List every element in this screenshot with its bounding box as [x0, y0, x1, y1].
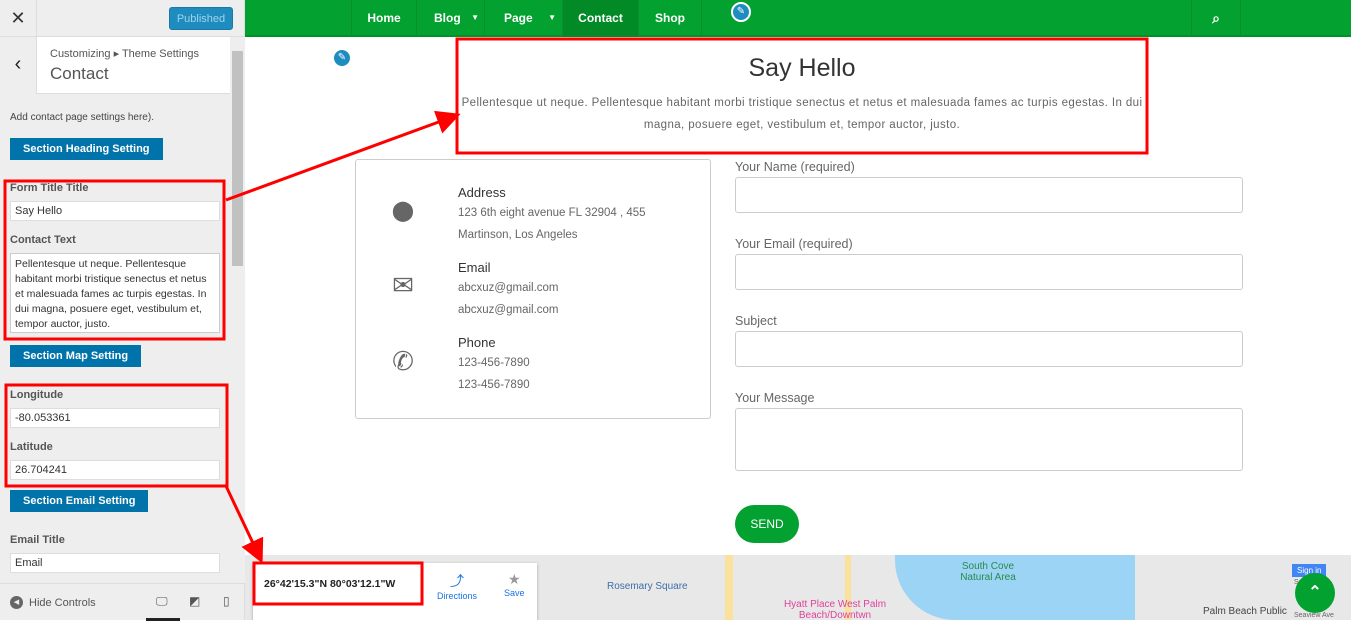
desktop-preview-icon[interactable]: 🖵 — [156, 594, 168, 609]
email-input[interactable] — [735, 254, 1243, 290]
scrollbar-thumb[interactable] — [232, 51, 243, 266]
star-icon: ★ — [507, 571, 521, 587]
envelope-open-icon: ✉ — [392, 270, 414, 300]
section-heading-button[interactable]: Section Heading Setting — [10, 138, 163, 160]
search-icon[interactable]: ⌕ — [1191, 0, 1241, 37]
location-pin-icon: ⬤ — [391, 200, 415, 222]
email-label: Your Email (required) — [735, 237, 853, 251]
email-line[interactable]: abcxuz@gmail.com — [458, 299, 559, 321]
section-header: ‹ Customizing ▸ Theme Settings Contact — [0, 37, 230, 94]
sidebar-scrollbar[interactable] — [231, 37, 245, 583]
sidebar-footer: ◀ Hide Controls 🖵 ◩ ▯ — [0, 583, 245, 621]
form-title-label: Form Title Title — [10, 182, 89, 194]
map-info-card: 26°42'15.3"N 80°03'12.1"W ⤴ Directions ★ S… — [253, 563, 537, 620]
email-title-label: Email Title — [10, 534, 65, 546]
page-heading: Say Hello — [748, 54, 856, 82]
message-textarea[interactable] — [735, 408, 1243, 471]
coordinates: 26°42'15.3"N 80°03'12.1"W — [264, 578, 396, 590]
address-title: Address — [458, 185, 506, 200]
edit-pencil-icon[interactable]: ✎ — [731, 2, 751, 22]
directions-label: Directions — [437, 591, 478, 601]
form-title-input[interactable]: Say Hello — [10, 201, 220, 221]
directions-button[interactable]: ⤴ Directions — [437, 571, 477, 601]
hide-icon: ◀ — [10, 596, 23, 609]
nav-page[interactable]: Page ▼ — [484, 0, 562, 37]
map-label: Seaview Ave — [1294, 612, 1334, 619]
message-label: Your Message — [735, 391, 815, 405]
nav-blog-label: Blog — [434, 11, 461, 25]
longitude-label: Longitude — [10, 389, 64, 401]
map[interactable]: Rosemary Square Hyatt Place West Palm Be… — [245, 555, 1351, 620]
customizer-sidebar: ✕ Published ‹ Customizing ▸ Theme Settin… — [0, 0, 245, 621]
name-input[interactable] — [735, 177, 1243, 213]
mobile-preview-icon[interactable]: ▯ — [223, 594, 230, 608]
contact-text-label: Contact Text — [10, 234, 76, 246]
hide-controls-button[interactable]: ◀ Hide Controls — [10, 596, 96, 609]
save-button[interactable]: ★ Save — [504, 571, 525, 598]
section-title: Contact — [50, 64, 109, 83]
back-icon[interactable]: ‹ — [0, 37, 37, 94]
section-email-button[interactable]: Section Email Setting — [10, 490, 149, 512]
close-icon[interactable]: ✕ — [0, 0, 37, 37]
phone-icon: ✆ — [392, 346, 414, 376]
sidebar-header: ✕ Published — [0, 0, 244, 37]
subject-label: Subject — [735, 314, 777, 328]
save-label: Save — [504, 588, 525, 598]
contact-text-textarea[interactable]: Pellentesque ut neque. Pellentesque habi… — [10, 253, 220, 333]
address-line: 123 6th eight avenue FL 32904 , 455 — [458, 207, 646, 219]
published-button[interactable]: Published — [169, 7, 233, 30]
directions-icon: ⤴ — [450, 573, 464, 589]
nav-home[interactable]: Home — [351, 0, 416, 37]
contact-text: Pellentesque ut neque. Pellentesque habi… — [461, 97, 1143, 131]
chevron-down-icon: ▼ — [548, 13, 556, 22]
latitude-input[interactable]: 26.704241 — [10, 460, 220, 480]
scroll-top-button[interactable]: ⌃ — [1295, 573, 1335, 613]
breadcrumb: Customizing ▸ Theme Settings — [50, 48, 199, 60]
send-button[interactable]: SEND — [735, 505, 799, 543]
latitude-label: Latitude — [10, 441, 53, 453]
description: Add contact page settings here). — [10, 112, 154, 123]
map-label: Rosemary Square — [607, 581, 688, 592]
edit-pencil-icon[interactable]: ✎ — [332, 48, 352, 68]
name-label: Your Name (required) — [735, 160, 855, 174]
tablet-preview-icon[interactable]: ◩ — [189, 594, 200, 608]
map-label: Palm Beach Public — [1203, 606, 1287, 617]
longitude-input[interactable]: -80.053361 — [10, 408, 220, 428]
road — [725, 555, 733, 620]
address-line: Martinson, Los Angeles — [458, 229, 578, 241]
email-title-input[interactable]: Email — [10, 553, 220, 573]
email-title: Email — [458, 260, 491, 275]
nav-shop[interactable]: Shop — [638, 0, 702, 37]
contact-info-card: ⬤ Address 123 6th eight avenue FL 32904 … — [355, 159, 711, 419]
map-label: Hyatt Place West Palm Beach/Downtwn — [783, 599, 887, 620]
map-label: South Cove Natural Area — [960, 561, 1016, 583]
phone-line: 123-456-7890 — [458, 357, 530, 369]
section-map-button[interactable]: Section Map Setting — [10, 345, 142, 367]
hide-controls-label: Hide Controls — [29, 596, 96, 609]
site-navigation: Home Blog ▼ Page ▼ Contact Shop ⌕ — [245, 0, 1351, 37]
email-line[interactable]: abcxuz@gmail.com — [458, 277, 559, 299]
nav-contact[interactable]: Contact — [562, 0, 638, 37]
phone-title: Phone — [458, 335, 496, 350]
nav-page-label: Page — [504, 11, 533, 25]
nav-blog[interactable]: Blog ▼ — [416, 0, 484, 37]
subject-input[interactable] — [735, 331, 1243, 367]
phone-line: 123-456-7890 — [458, 379, 530, 391]
chevron-down-icon: ▼ — [471, 13, 479, 22]
